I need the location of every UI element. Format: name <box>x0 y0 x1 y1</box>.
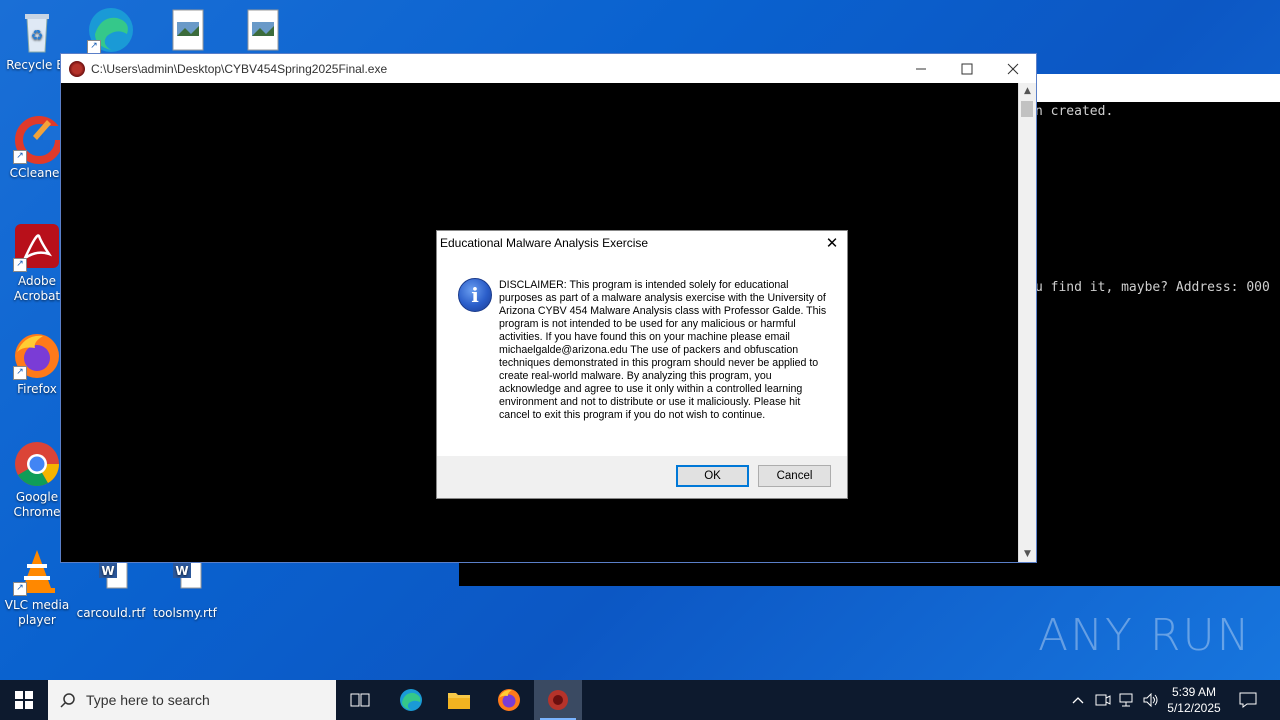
notifications-icon[interactable] <box>1232 680 1264 720</box>
scroll-down-icon[interactable]: ▼ <box>1019 546 1036 562</box>
dialog-title: Educational Malware Analysis Exercise <box>440 236 649 250</box>
svg-text:W: W <box>175 564 188 578</box>
image-file-icon <box>238 8 286 56</box>
console-output-line: n created. <box>1035 104 1114 119</box>
main-window-titlebar[interactable]: C:\Users\admin\Desktop\CYBV454Spring2025… <box>61 54 1036 83</box>
maximize-icon <box>961 63 973 74</box>
desktop-icon-label: VLC media player <box>4 598 70 627</box>
app-icon <box>69 60 85 77</box>
folder-icon <box>448 693 470 709</box>
shortcut-arrow-icon: ↗ <box>13 582 27 596</box>
taskbar-search-box[interactable]: Type here to search <box>48 680 336 720</box>
desktop-icon-label: toolsmy.rtf <box>153 606 217 620</box>
taskbar-firefox[interactable] <box>485 680 533 720</box>
desktop-icon-edge[interactable]: ↗ <box>74 6 148 56</box>
anyrun-watermark: ANY RUN <box>1038 610 1252 661</box>
tray-overflow-icon[interactable] <box>1068 680 1088 720</box>
image-file-icon <box>163 8 211 56</box>
desktop-icon-label: carcould.rtf <box>76 606 146 620</box>
firefox-icon: ↗ <box>13 332 61 380</box>
svg-text:W: W <box>101 564 114 578</box>
taskbar-edge[interactable] <box>387 680 435 720</box>
taskbar-malware-app[interactable] <box>534 680 582 720</box>
dialog-button-bar: OK Cancel <box>437 456 847 498</box>
desktop-icon-toolsmy-rtf[interactable]: W toolsmy.rtf <box>148 556 222 621</box>
close-button[interactable] <box>990 54 1036 83</box>
shortcut-arrow-icon: ↗ <box>13 258 27 272</box>
word-document-icon: W <box>87 556 135 604</box>
desktop-icon-image-2[interactable] <box>225 8 299 58</box>
start-button[interactable] <box>0 680 48 720</box>
vertical-scrollbar[interactable]: ▲ ▼ <box>1018 83 1036 562</box>
app-icon <box>548 690 568 710</box>
cancel-button[interactable]: Cancel <box>758 465 831 487</box>
chrome-icon <box>13 440 61 488</box>
dialog-message: DISCLAIMER: This program is intended sol… <box>499 279 827 421</box>
taskbar-clock[interactable]: 5:39 AM 5/12/2025 <box>1160 684 1228 716</box>
recycle-bin-icon: ♻ <box>13 8 61 56</box>
console-output-line: u find it, maybe? Address: 000 <box>1035 280 1270 295</box>
scrollbar-thumb[interactable] <box>1021 101 1033 117</box>
dialog-close-icon[interactable]: ✕ <box>817 231 847 255</box>
acrobat-icon: ↗ <box>13 224 61 272</box>
network-icon[interactable] <box>1116 680 1138 720</box>
shortcut-arrow-icon: ↗ <box>13 150 27 164</box>
disclaimer-dialog[interactable]: Educational Malware Analysis Exercise ✕ … <box>436 230 848 499</box>
close-icon <box>1007 63 1019 74</box>
vlc-icon: ↗ <box>13 548 61 596</box>
firefox-icon <box>498 689 520 711</box>
svg-text:♻: ♻ <box>31 28 44 44</box>
search-placeholder: Type here to search <box>86 692 210 708</box>
window-title: C:\Users\admin\Desktop\CYBV454Spring2025… <box>91 61 388 76</box>
desktop-icon-image-1[interactable] <box>150 8 224 58</box>
search-icon <box>60 693 75 708</box>
edge-icon <box>400 689 422 711</box>
taskbar-file-explorer[interactable] <box>435 680 483 720</box>
information-icon: i <box>458 278 492 312</box>
volume-icon[interactable] <box>1140 680 1162 720</box>
meet-now-icon[interactable] <box>1092 680 1114 720</box>
minimize-button[interactable] <box>898 54 944 83</box>
scroll-up-icon[interactable]: ▲ <box>1019 83 1036 99</box>
task-view-button[interactable] <box>336 680 384 720</box>
edge-icon: ↗ <box>87 6 135 54</box>
ccleaner-icon: ↗ <box>13 116 63 164</box>
minimize-icon <box>916 68 926 69</box>
clock-time: 5:39 AM <box>1171 685 1217 699</box>
taskbar: Type here to search 5:39 AM 5/12/2025 <box>0 680 1280 720</box>
desktop-icon-carcould-rtf[interactable]: W carcould.rtf <box>74 556 148 621</box>
word-document-icon: W <box>161 556 209 604</box>
maximize-button[interactable] <box>944 54 990 83</box>
clock-date: 5/12/2025 <box>1167 701 1221 715</box>
task-view-icon <box>350 693 370 707</box>
windows-logo-icon <box>15 691 33 709</box>
shortcut-arrow-icon: ↗ <box>87 40 101 54</box>
shortcut-arrow-icon: ↗ <box>13 366 27 380</box>
ok-button[interactable]: OK <box>676 465 749 487</box>
